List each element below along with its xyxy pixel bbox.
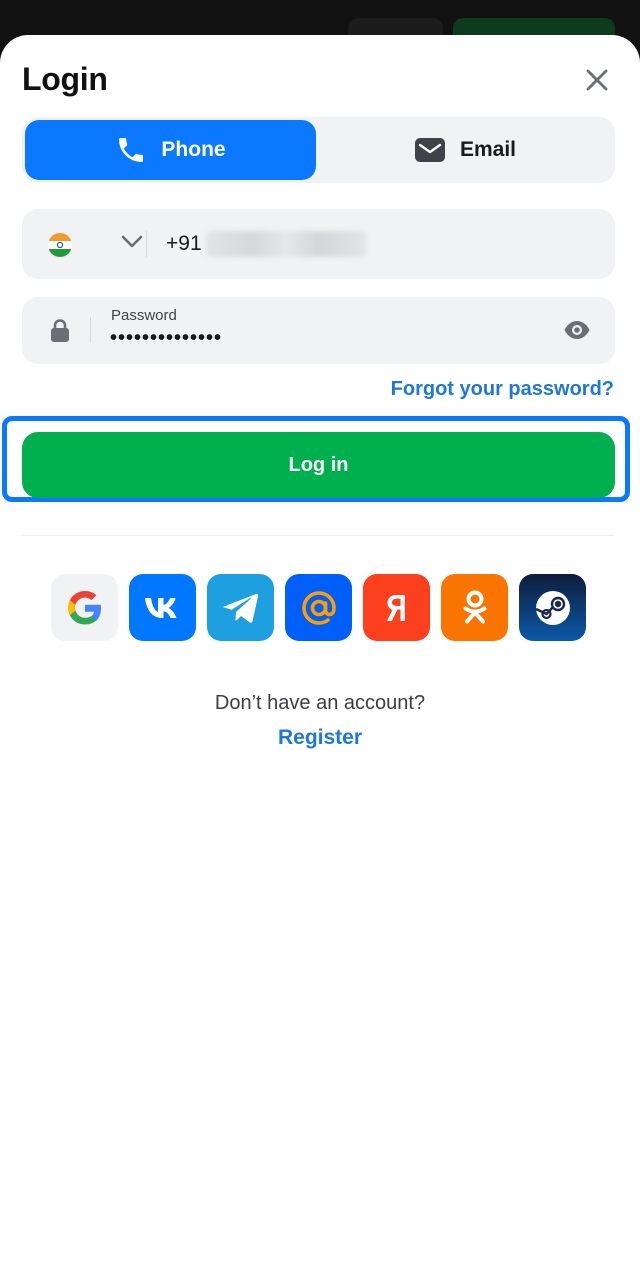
forgot-password-link[interactable]: Forgot your password? xyxy=(391,378,614,401)
login-button[interactable]: Log in xyxy=(22,432,615,498)
tab-email[interactable]: Email xyxy=(318,120,612,180)
vk-login-button[interactable] xyxy=(129,574,196,641)
mail-login-button[interactable] xyxy=(285,574,352,641)
show-password-toggle[interactable] xyxy=(563,318,591,347)
steam-login-button[interactable] xyxy=(519,574,586,641)
telegram-icon xyxy=(221,593,258,623)
field-divider xyxy=(90,317,91,343)
email-icon xyxy=(414,138,445,162)
vk-icon xyxy=(144,597,176,618)
chevron-down-icon xyxy=(121,235,143,248)
phone-field: +91 xyxy=(22,209,615,279)
password-input[interactable]: •••••••••••••• xyxy=(110,327,222,350)
phone-prefix: +91 xyxy=(166,232,202,255)
password-label: Password xyxy=(111,307,177,324)
odnoklassniki-login-button[interactable] xyxy=(441,574,508,641)
redacted-phone-number xyxy=(205,231,366,257)
steam-icon xyxy=(534,590,570,625)
tab-email-label: Email xyxy=(459,138,517,161)
close-icon xyxy=(586,69,608,91)
telegram-login-button[interactable] xyxy=(207,574,274,641)
tab-phone[interactable]: Phone xyxy=(25,120,316,180)
page-title: Login xyxy=(22,61,108,97)
india-flag-icon[interactable] xyxy=(48,233,72,257)
phone-input[interactable]: +91 xyxy=(166,227,366,261)
yandex-icon xyxy=(386,594,405,621)
close-button[interactable] xyxy=(578,61,616,99)
no-account-prompt: Don’t have an account? xyxy=(214,692,426,714)
yandex-login-button[interactable] xyxy=(363,574,430,641)
eye-icon xyxy=(564,321,590,339)
odnoklassniki-icon xyxy=(463,590,486,623)
phone-icon xyxy=(119,138,144,162)
at-sign-icon xyxy=(301,590,336,625)
tab-phone-label: Phone xyxy=(161,138,226,161)
country-select-chevron[interactable] xyxy=(120,234,144,255)
register-link[interactable]: Register xyxy=(0,726,640,750)
divider xyxy=(22,535,615,536)
field-divider xyxy=(146,231,147,257)
lock-icon xyxy=(48,318,72,349)
login-method-tabs: Phone Email xyxy=(22,117,615,183)
google-login-button[interactable] xyxy=(51,574,118,641)
social-login-row xyxy=(51,574,586,641)
password-field[interactable]: Password •••••••••••••• xyxy=(22,297,615,364)
login-sheet: Login Phone Email +91 Password •••••••••… xyxy=(0,35,640,1280)
google-icon xyxy=(67,590,101,624)
